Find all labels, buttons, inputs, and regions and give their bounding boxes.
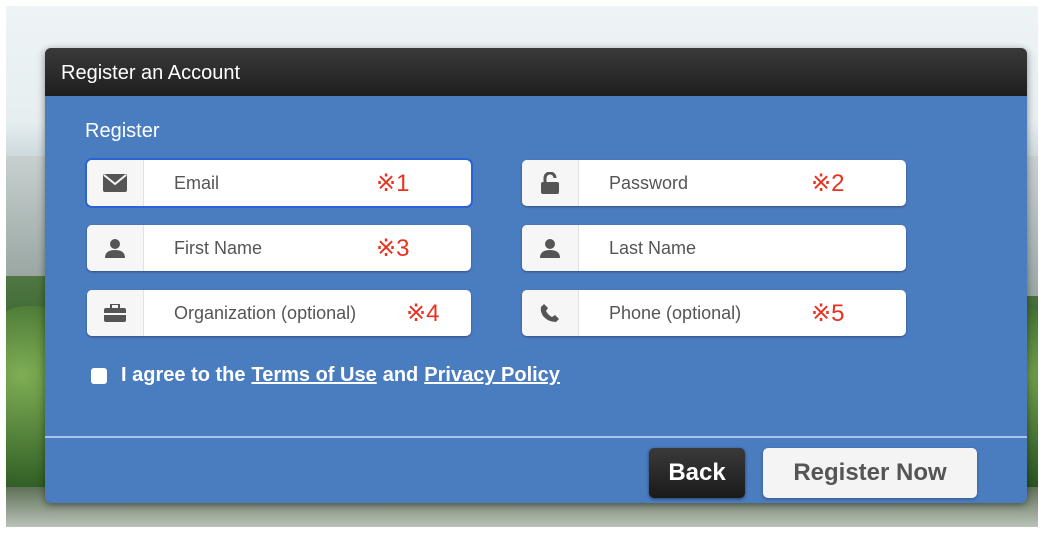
- user-icon: [87, 225, 144, 271]
- email-field[interactable]: ※1: [87, 159, 471, 207]
- agree-and: and: [382, 364, 419, 386]
- email-note: ※1: [376, 169, 410, 197]
- first-name-note: ※3: [376, 234, 410, 262]
- back-button[interactable]: Back: [649, 448, 745, 498]
- agree-checkbox[interactable]: [91, 367, 107, 384]
- first-name-field[interactable]: ※3: [87, 224, 471, 272]
- email-input[interactable]: [144, 159, 376, 207]
- password-input[interactable]: [579, 159, 811, 207]
- footer-divider: [45, 436, 1027, 438]
- phone-field[interactable]: ※5: [522, 289, 906, 337]
- dialog-title: Register an Account: [45, 48, 1027, 96]
- phone-icon: [522, 290, 579, 336]
- phone-input[interactable]: [579, 289, 811, 337]
- envelope-icon: [87, 160, 144, 206]
- last-name-field[interactable]: [522, 224, 906, 272]
- register-now-button[interactable]: Register Now: [763, 448, 977, 498]
- briefcase-icon: [87, 290, 144, 336]
- organization-note: ※4: [406, 299, 440, 327]
- terms-of-use-link[interactable]: Terms of Use: [251, 364, 376, 387]
- password-note: ※2: [811, 169, 845, 197]
- lock-icon: [522, 160, 579, 206]
- organization-field[interactable]: ※4: [87, 289, 471, 337]
- privacy-policy-link[interactable]: Privacy Policy: [424, 364, 560, 387]
- phone-note: ※5: [811, 299, 845, 327]
- organization-input[interactable]: [144, 289, 406, 337]
- first-name-input[interactable]: [144, 224, 376, 272]
- section-label: Register: [85, 120, 160, 142]
- password-field[interactable]: ※2: [522, 159, 906, 207]
- last-name-input[interactable]: [579, 224, 811, 272]
- agree-row: I agree to the Terms of Use and Privacy …: [91, 364, 566, 387]
- user-icon: [522, 225, 579, 271]
- register-dialog: Register an Account Register ※1 ※2 ※3: [45, 48, 1027, 503]
- agree-prefix: I agree to the: [121, 364, 246, 386]
